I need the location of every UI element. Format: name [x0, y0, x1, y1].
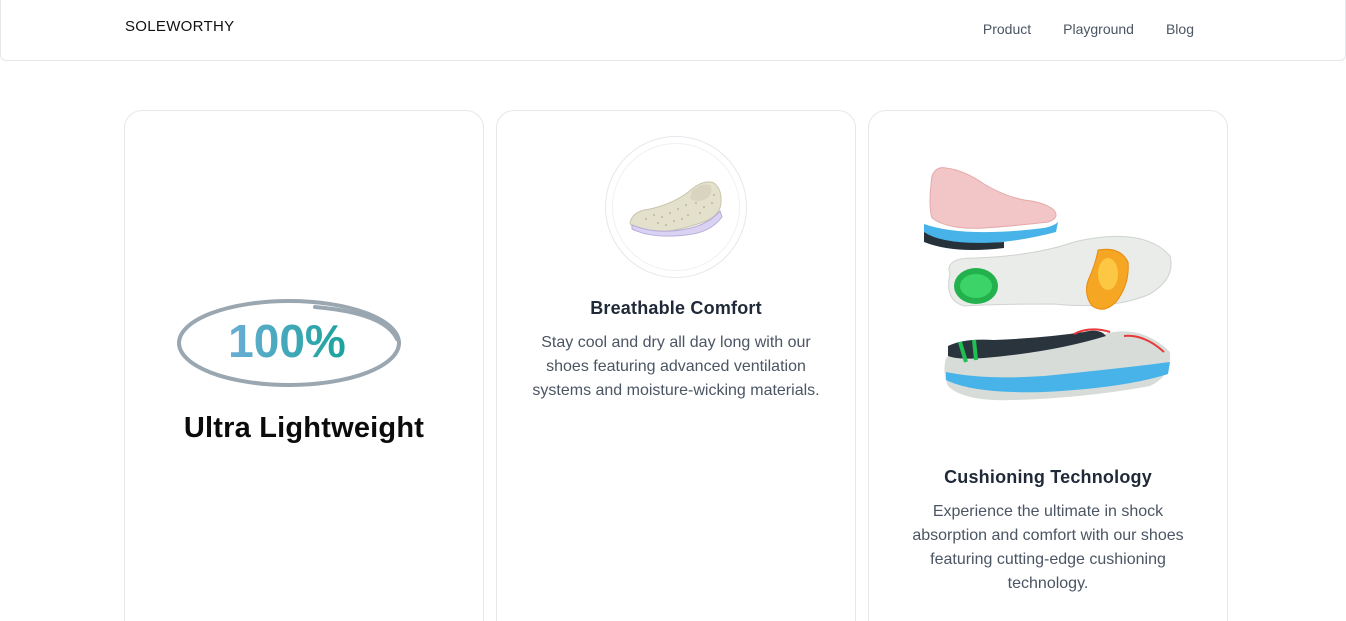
- percent-badge: 100%: [175, 291, 407, 391]
- nav-link-blog[interactable]: Blog: [1166, 21, 1194, 37]
- nav-link-product[interactable]: Product: [983, 21, 1031, 37]
- feature-title-cushioning: Cushioning Technology: [944, 467, 1152, 487]
- nav-links: Product Playground Blog: [983, 21, 1194, 37]
- feature-card-breathable: Breathable Comfort Stay cool and dry all…: [496, 110, 856, 621]
- shoe-image: [629, 181, 723, 237]
- nav-link-playground[interactable]: Playground: [1063, 21, 1134, 37]
- feature-description-breathable: Stay cool and dry all day long with our …: [532, 334, 820, 399]
- feature-description-cushioning: Experience the ultimate in shock absorpt…: [912, 503, 1184, 592]
- feature-title-breathable: Breathable Comfort: [590, 298, 762, 318]
- badge-text: 100%: [228, 315, 346, 367]
- insole-illustration: [924, 167, 1172, 401]
- insole-image: [924, 166, 1174, 411]
- brand-logo[interactable]: SOLEWORTHY: [125, 18, 234, 35]
- navbar: SOLEWORTHY Product Playground Blog: [0, 0, 1346, 61]
- feature-card-lightweight: 100% Ultra Lightweight: [124, 110, 484, 621]
- feature-card-cushioning: Cushioning Technology Experience the ult…: [868, 110, 1228, 621]
- feature-title-lightweight: Ultra Lightweight: [183, 412, 425, 444]
- percent-badge-graphic: 100%: [177, 299, 401, 387]
- shoe-image-frame: [605, 136, 747, 278]
